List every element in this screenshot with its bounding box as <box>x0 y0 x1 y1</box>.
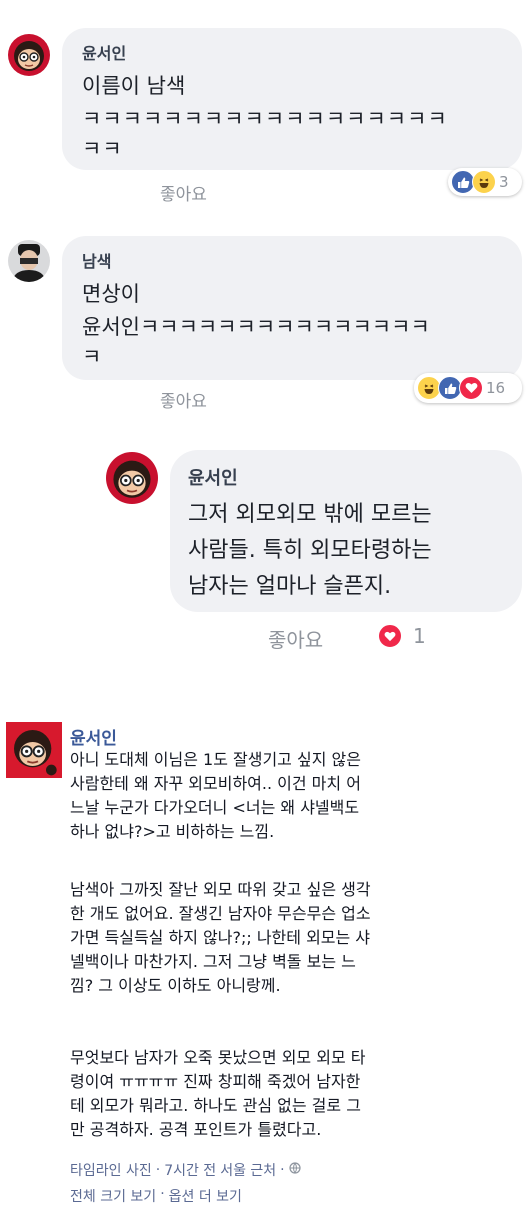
reaction-count: 1 <box>413 624 426 648</box>
comment-text-line: ㅋ <box>82 345 102 369</box>
love-icon <box>378 624 402 648</box>
reaction-summary[interactable]: 3 <box>448 168 522 196</box>
haha-icon <box>472 170 496 194</box>
comment-text-line: 윤서인ㅋㅋㅋㅋㅋㅋㅋㅋㅋㅋㅋㅋㅋㅋㅋ <box>82 315 430 339</box>
view-full-size-link[interactable]: 전체 크기 보기 <box>70 1186 156 1206</box>
avatar[interactable] <box>8 240 50 282</box>
comment-author[interactable]: 윤서인 <box>188 464 238 490</box>
comment-text-line: ㅋㅋ <box>82 137 123 161</box>
post-actions: 전체 크기 보기 · 옵션 더 보기 <box>70 1186 242 1206</box>
comment-author[interactable]: 남색 <box>82 248 111 272</box>
comment-text-line: 그저 외모외모 밖에 모르는 <box>188 502 432 527</box>
avatar[interactable] <box>6 722 62 778</box>
reaction-count: 16 <box>486 379 506 397</box>
separator: · <box>280 1162 285 1178</box>
post-paragraph: 무엇보다 남자가 오죽 못났으면 외모 외모 타 령이여 ㅠㅠㅠㅠ 진짜 창피해… <box>70 1048 366 1139</box>
location[interactable]: 서울 근처 <box>220 1160 276 1180</box>
comment-text-line: ㅋㅋㅋㅋㅋㅋㅋㅋㅋㅋㅋㅋㅋㅋㅋㅋㅋㅋ <box>82 107 448 131</box>
separator: · <box>160 1186 165 1202</box>
like-button[interactable]: 좋아요 <box>160 387 207 412</box>
post-meta: 타임라인 사진 · 7시간 전 서울 근처 · <box>70 1160 301 1180</box>
post-author[interactable]: 윤서인 <box>70 724 117 749</box>
comment-author[interactable]: 윤서인 <box>82 40 126 64</box>
comment-text-line: 면상이 <box>82 282 140 306</box>
comment-text-line: 남자는 얼마나 슬픈지. <box>188 574 392 599</box>
album-link[interactable]: 타임라인 사진 <box>70 1160 152 1180</box>
reaction-summary[interactable]: 1 <box>378 624 426 648</box>
reaction-summary[interactable]: 16 <box>414 373 522 403</box>
timestamp[interactable]: 7시간 전 <box>164 1160 216 1180</box>
like-button[interactable]: 좋아요 <box>160 180 207 205</box>
comment-bubble: 윤서인 그저 외모외모 밖에 모르는 사람들. 특히 외모타령하는 남자는 얼마… <box>170 450 522 612</box>
love-icon <box>459 376 483 400</box>
separator: · <box>155 1162 161 1178</box>
reaction-count: 3 <box>499 173 509 191</box>
avatar[interactable] <box>106 452 158 504</box>
comment-text-line: 이름이 남색 <box>82 74 186 98</box>
comment-bubble: 윤서인 이름이 남색 ㅋㅋㅋㅋㅋㅋㅋㅋㅋㅋㅋㅋㅋㅋㅋㅋㅋㅋ ㅋㅋ <box>62 28 522 170</box>
more-options-link[interactable]: 옵션 더 보기 <box>169 1186 242 1206</box>
globe-icon <box>289 1162 301 1178</box>
comment-bubble: 남색 면상이 윤서인ㅋㅋㅋㅋㅋㅋㅋㅋㅋㅋㅋㅋㅋㅋㅋ ㅋ <box>62 236 522 380</box>
like-button[interactable]: 좋아요 <box>268 624 323 653</box>
avatar[interactable] <box>8 34 50 76</box>
post-paragraph: 남색아 그까짓 잘난 외모 따위 갖고 싶은 생각 한 개도 없어요. 잘생긴 … <box>70 880 371 995</box>
post-paragraph: 아니 도대체 이님은 1도 잘생기고 싶지 않은 사람한테 왜 자꾸 외모비하여… <box>70 750 361 841</box>
comment-text-line: 사람들. 특히 외모타령하는 <box>188 538 432 563</box>
